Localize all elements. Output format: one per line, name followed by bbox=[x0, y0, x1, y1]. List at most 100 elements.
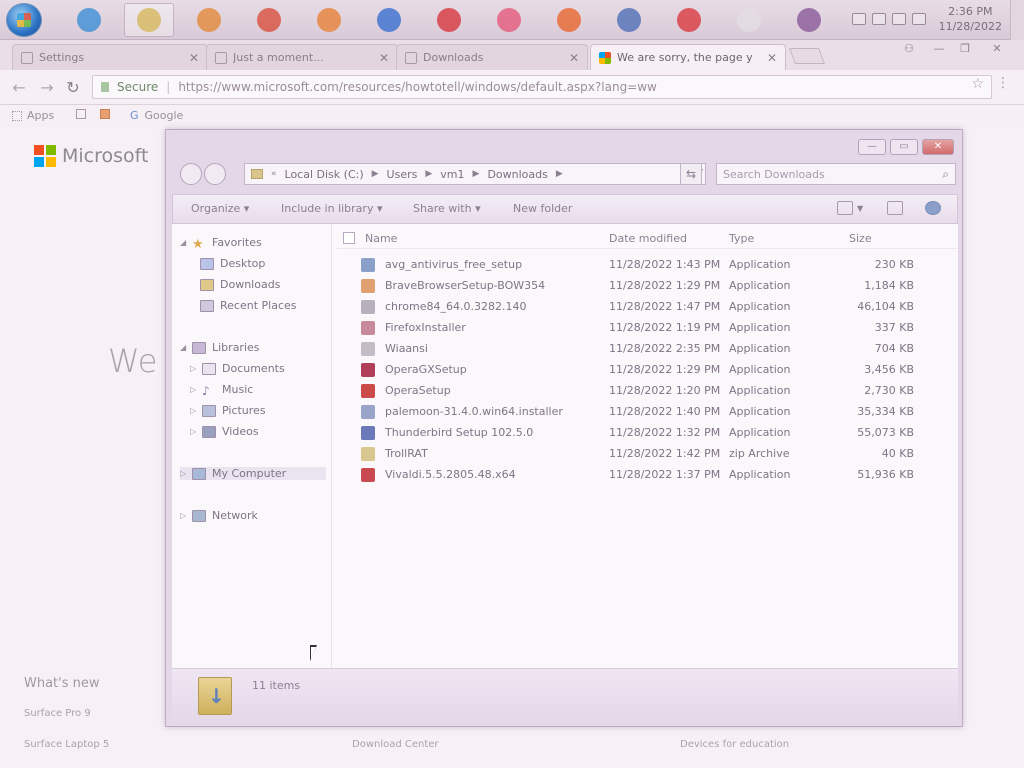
taskbar-app-button[interactable] bbox=[544, 3, 594, 37]
taskbar-app-button[interactable] bbox=[184, 3, 234, 37]
nav-downloads[interactable]: Downloads bbox=[200, 278, 280, 291]
chevron-down-icon[interactable]: ▼ bbox=[857, 204, 863, 213]
microsoft-brand[interactable]: Microsoft bbox=[62, 145, 148, 167]
nav-favorites[interactable]: ◢ ★ Favorites bbox=[180, 236, 262, 252]
chevron-right-icon[interactable]: ▶ bbox=[425, 169, 432, 179]
nav-libraries[interactable]: ◢ Libraries bbox=[180, 341, 260, 354]
column-size[interactable]: Size bbox=[849, 232, 872, 245]
refresh-icon[interactable]: ⇆ bbox=[680, 163, 702, 185]
back-icon[interactable]: ← bbox=[10, 79, 28, 97]
explorer-close-button[interactable]: ✕ bbox=[922, 139, 954, 155]
link-download-center[interactable]: Download Center bbox=[352, 739, 439, 750]
table-row[interactable]: palemoon-31.4.0.win64.installer 11/28/202… bbox=[337, 402, 958, 423]
explorer-titlebar[interactable]: — ▭ ✕ bbox=[166, 130, 962, 164]
user-icon[interactable]: ⚇ bbox=[898, 42, 920, 56]
taskbar-app-button[interactable] bbox=[484, 3, 534, 37]
link-surface-laptop[interactable]: Surface Laptop 5 bbox=[24, 739, 109, 750]
breadcrumb-item[interactable]: Local Disk (C:) bbox=[285, 168, 364, 181]
close-icon[interactable]: ✕ bbox=[379, 51, 389, 65]
nav-pictures[interactable]: ▷ Pictures bbox=[190, 404, 266, 417]
clock[interactable]: 2:36 PM 11/28/2022 bbox=[939, 4, 1002, 34]
table-row[interactable]: OperaGXSetup 11/28/2022 1:29 PM Applicatio… bbox=[337, 360, 958, 381]
breadcrumb-item[interactable]: vm1 bbox=[440, 168, 464, 181]
expand-arrow-icon[interactable]: ◢ bbox=[180, 238, 190, 247]
table-row[interactable]: Thunderbird Setup 102.5.0 11/28/2022 1:32… bbox=[337, 423, 958, 444]
table-row[interactable]: FirefoxInstaller 11/28/2022 1:19 PM Applic… bbox=[337, 318, 958, 339]
nav-recent-places[interactable]: Recent Places bbox=[200, 299, 297, 312]
search-icon[interactable]: ⌕ bbox=[942, 167, 949, 182]
share-with-button[interactable]: Share with ▾ bbox=[413, 202, 481, 215]
bookmark-star-icon[interactable]: ☆ bbox=[971, 76, 984, 92]
bookmark-page[interactable] bbox=[76, 109, 91, 119]
breadcrumb-item[interactable]: Users bbox=[387, 168, 418, 181]
tab-just-a-moment[interactable]: Just a moment... ✕ bbox=[206, 44, 398, 70]
close-icon[interactable]: ✕ bbox=[569, 51, 579, 65]
tab-microsoft[interactable]: We are sorry, the page y ✕ bbox=[590, 44, 786, 70]
column-date-modified[interactable]: Date modified bbox=[609, 232, 687, 245]
nav-network[interactable]: ▷ Network bbox=[180, 509, 258, 522]
tab-downloads[interactable]: Downloads ✕ bbox=[396, 44, 588, 70]
minimize-button[interactable]: — bbox=[928, 42, 950, 56]
help-icon[interactable] bbox=[925, 201, 941, 215]
include-library-button[interactable]: Include in library ▾ bbox=[281, 202, 382, 215]
taskbar-app-button[interactable] bbox=[124, 3, 174, 37]
collapse-arrow-icon[interactable]: ▷ bbox=[190, 385, 200, 394]
search-input[interactable]: Search Downloads ⌕ bbox=[716, 163, 956, 185]
bookmark-google[interactable]: G Google bbox=[130, 109, 183, 122]
column-name[interactable]: Name bbox=[365, 232, 397, 245]
nav-music[interactable]: ▷ ♪ Music bbox=[190, 383, 253, 398]
show-desktop-button[interactable] bbox=[1010, 0, 1024, 40]
taskbar-app-button[interactable] bbox=[64, 3, 114, 37]
network-tray-icon[interactable] bbox=[872, 13, 886, 25]
bookmark-item[interactable] bbox=[100, 109, 115, 119]
select-all-checkbox[interactable] bbox=[343, 232, 355, 244]
table-row[interactable]: OperaSetup 11/28/2022 1:20 PM Application 2… bbox=[337, 381, 958, 402]
close-icon[interactable]: ✕ bbox=[767, 51, 777, 65]
menu-icon[interactable]: ⋮ bbox=[996, 75, 1010, 91]
explorer-minimize-button[interactable]: — bbox=[858, 139, 886, 155]
taskbar-app-button[interactable] bbox=[604, 3, 654, 37]
bookmark-apps[interactable]: Apps bbox=[12, 109, 54, 122]
column-type[interactable]: Type bbox=[729, 232, 754, 245]
collapse-arrow-icon[interactable]: ▷ bbox=[190, 364, 200, 373]
back-icon[interactable] bbox=[180, 163, 202, 185]
explorer-address-bar[interactable]: « Local Disk (C:) ▶ Users ▶ vm1 ▶ Downlo… bbox=[244, 163, 706, 185]
forward-icon[interactable] bbox=[204, 163, 226, 185]
flag-tray-icon[interactable] bbox=[892, 13, 906, 25]
taskbar-app-button[interactable] bbox=[304, 3, 354, 37]
preview-pane-icon[interactable] bbox=[887, 201, 903, 215]
chevron-right-icon[interactable]: ▶ bbox=[556, 169, 563, 179]
view-options-icon[interactable] bbox=[837, 201, 853, 215]
tray-arrow-icon[interactable] bbox=[852, 13, 866, 25]
organize-button[interactable]: Organize ▾ bbox=[191, 202, 249, 215]
collapse-arrow-icon[interactable]: ▷ bbox=[180, 469, 190, 478]
volume-tray-icon[interactable] bbox=[912, 13, 926, 25]
new-tab-button[interactable] bbox=[789, 48, 825, 64]
link-surface-pro[interactable]: Surface Pro 9 bbox=[24, 708, 91, 719]
chevron-right-icon[interactable]: ▶ bbox=[372, 169, 379, 179]
breadcrumb-item[interactable]: Downloads bbox=[487, 168, 547, 181]
table-row[interactable]: BraveBrowserSetup-BOW354 11/28/2022 1:29 … bbox=[337, 276, 958, 297]
crumb-overflow-icon[interactable]: « bbox=[271, 169, 277, 179]
taskbar-app-button[interactable] bbox=[364, 3, 414, 37]
explorer-maximize-button[interactable]: ▭ bbox=[890, 139, 918, 155]
start-button[interactable] bbox=[6, 3, 42, 37]
table-row[interactable]: TrollRAT 11/28/2022 1:42 PM zip Archive 40 … bbox=[337, 444, 958, 465]
table-row[interactable]: avg_antivirus_free_setup 11/28/2022 1:43 … bbox=[337, 255, 958, 276]
tab-settings[interactable]: Settings ✕ bbox=[12, 44, 208, 70]
table-row[interactable]: Vivaldi.5.5.2805.48.x64 11/28/2022 1:37 P… bbox=[337, 465, 958, 486]
nav-documents[interactable]: ▷ Documents bbox=[190, 362, 285, 375]
collapse-arrow-icon[interactable]: ▷ bbox=[190, 406, 200, 415]
taskbar-app-button[interactable] bbox=[664, 3, 714, 37]
reload-icon[interactable]: ↻ bbox=[64, 79, 82, 97]
taskbar-app-button[interactable] bbox=[424, 3, 474, 37]
table-row[interactable]: chrome84_64.0.3282.140 11/28/2022 1:47 PM… bbox=[337, 297, 958, 318]
nav-desktop[interactable]: Desktop bbox=[200, 257, 265, 270]
collapse-arrow-icon[interactable]: ▷ bbox=[190, 427, 200, 436]
expand-arrow-icon[interactable]: ◢ bbox=[180, 343, 190, 352]
microsoft-logo-icon[interactable] bbox=[34, 145, 56, 167]
forward-icon[interactable]: → bbox=[38, 79, 56, 97]
address-bar[interactable]: Secure | https://www.microsoft.com/resou… bbox=[92, 75, 992, 99]
nav-my-computer[interactable]: ▷ My Computer bbox=[180, 467, 326, 480]
maximize-button[interactable]: ❐ bbox=[954, 42, 976, 56]
